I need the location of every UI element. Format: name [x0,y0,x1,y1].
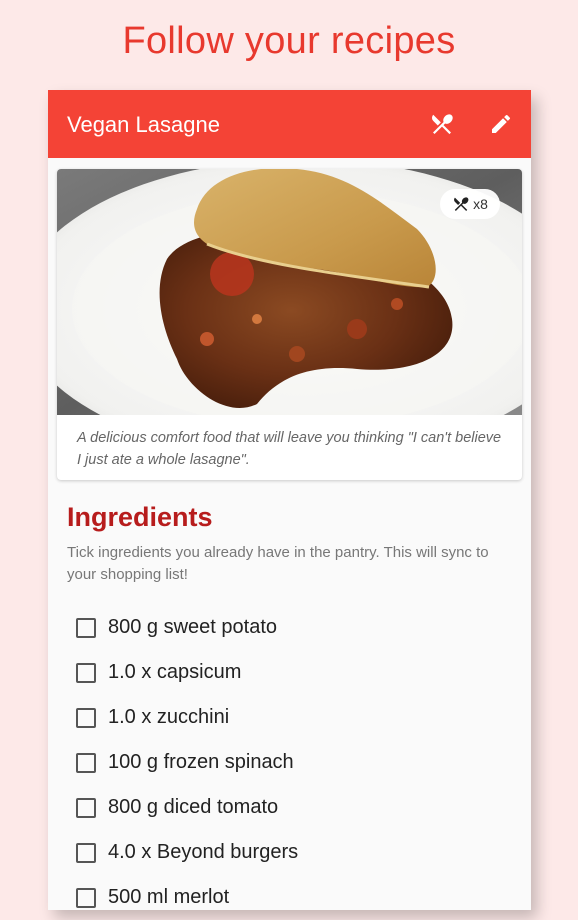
utensils-icon [454,197,469,211]
utensils-icon [431,114,453,135]
ingredient-checkbox[interactable] [76,617,96,638]
ingredient-checkbox[interactable] [76,797,96,818]
ingredient-item[interactable]: 4.0 x Beyond burgers [76,830,516,875]
ingredient-checkbox[interactable] [76,662,96,683]
ingredient-item[interactable]: 800 g sweet potato [76,605,516,650]
ingredient-label: 4.0 x Beyond burgers [108,841,299,863]
promo-title: Follow your recipes [122,20,456,62]
ingredient-item[interactable]: 1.0 x capsicum [76,650,516,695]
ingredient-checkbox[interactable] [76,842,96,863]
servings-count: x8 [473,196,488,212]
pencil-icon [492,114,511,133]
ingredient-label: 500 ml merlot [108,886,230,908]
edit-recipe-button[interactable] [485,108,517,140]
cook-mode-button[interactable] [426,108,458,140]
ingredient-label: 100 g frozen spinach [108,751,294,773]
ingredient-label: 800 g sweet potato [108,616,278,638]
ingredient-label: 1.0 x zucchini [108,706,230,728]
ingredient-checkbox[interactable] [76,707,96,728]
ingredients-heading: Ingredients [67,502,213,532]
ingredients-hint: Tick ingredients you already have in the… [67,544,489,583]
recipe-title: Vegan Lasagne [67,112,220,137]
servings-badge: x8 [440,189,500,219]
ingredient-checkbox[interactable] [76,887,96,908]
ingredient-item[interactable]: 1.0 x zucchini [76,695,516,740]
ingredient-item[interactable]: 800 g diced tomato [76,785,516,830]
ingredient-item[interactable]: 100 g frozen spinach [76,740,516,785]
phone-screen: Vegan Lasagne x8 A delicious comfort foo… [48,90,531,910]
ingredient-label: 800 g diced tomato [108,796,279,818]
app-bar: Vegan Lasagne [48,90,531,158]
ingredient-item[interactable]: 500 ml merlot [76,875,516,920]
recipe-description: A delicious comfort food that will leave… [77,430,502,468]
recipe-card: x8 A delicious comfort food that will le… [57,169,522,480]
ingredient-list: 800 g sweet potato 1.0 x capsicum 1.0 x … [76,605,516,920]
ingredient-checkbox[interactable] [76,752,96,773]
ingredient-label: 1.0 x capsicum [108,661,242,683]
